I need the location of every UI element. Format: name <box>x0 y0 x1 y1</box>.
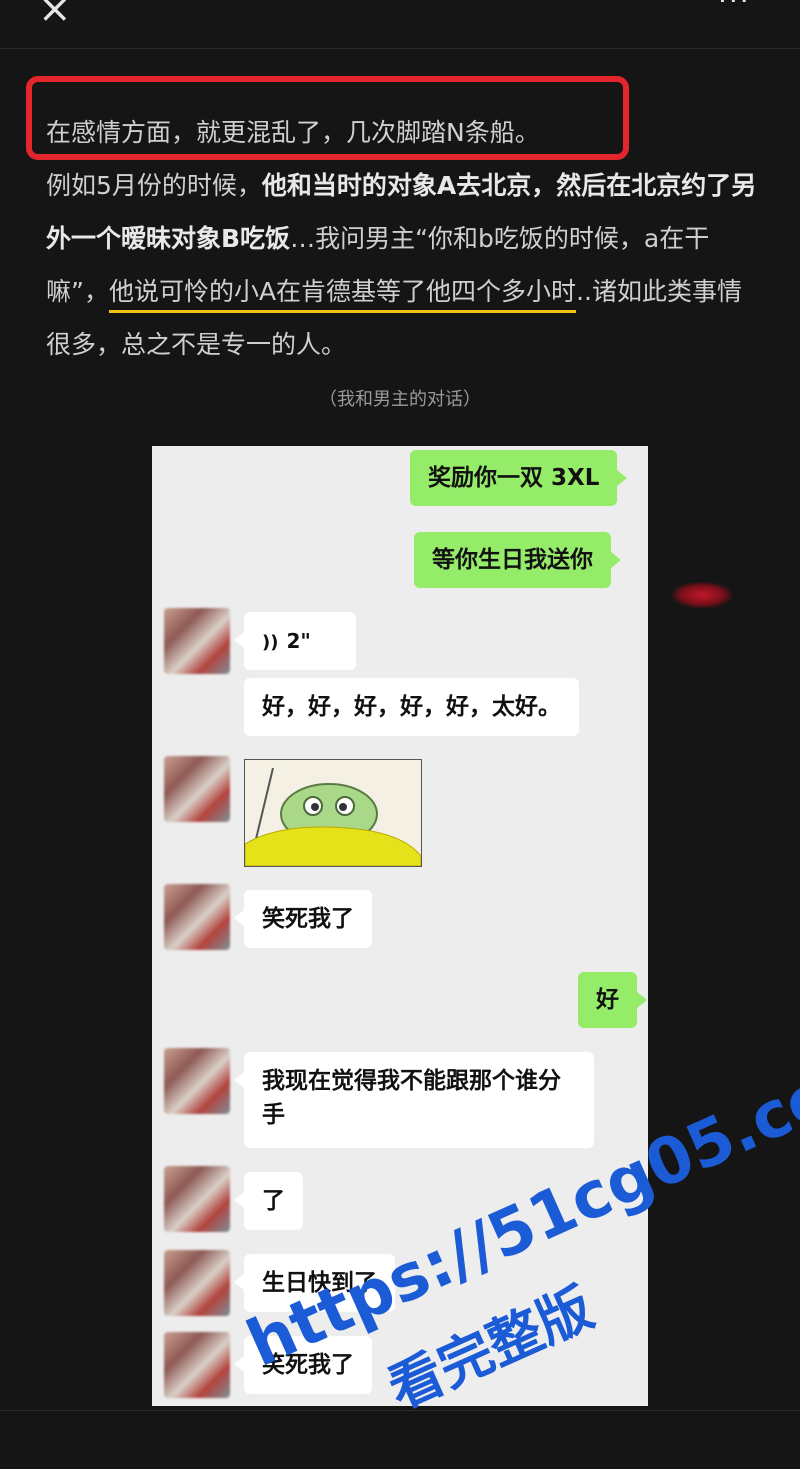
red-smear-mark <box>672 582 732 608</box>
avatar <box>164 756 230 822</box>
close-icon[interactable]: × <box>38 0 78 30</box>
avatar <box>164 884 230 950</box>
bottom-bar <box>0 1410 800 1437</box>
voice-message-bubble[interactable]: )) 2" <box>234 612 356 670</box>
top-bar: × ··· <box>0 0 800 49</box>
more-options-icon[interactable]: ··· <box>718 0 768 20</box>
article-line-1: 在感情方面，就更混乱了，几次脚踏N条船。 <box>46 118 540 147</box>
avatar <box>164 1048 230 1114</box>
voice-duration: 2" <box>286 629 311 653</box>
frog-sticker-image[interactable] <box>244 759 422 867</box>
voice-icon: )) <box>262 632 279 653</box>
chat-bubble-other: 笑死我了 <box>234 890 372 948</box>
article-underlined-text: 他说可怜的小A在肯德基等了他四个多小时 <box>108 277 577 313</box>
article-text-intro: 例如5月份的时候， <box>46 171 262 200</box>
image-caption: （我和男主的对话） <box>319 389 481 410</box>
avatar <box>164 1332 230 1398</box>
chat-bubble-me: 等你生日我送你 <box>414 532 621 588</box>
article-body: 在感情方面，就更混乱了，几次脚踏N条船。 例如5月份的时候，他和当时的对象A去北… <box>46 106 762 371</box>
chat-bubble-me: 奖励你一双 3XL <box>410 450 628 506</box>
article-paragraph: 例如5月份的时候，他和当时的对象A去北京，然后在北京约了另外一个暧昧对象B吃饭…… <box>46 159 762 371</box>
avatar <box>164 608 230 674</box>
chat-bubble-other: 好，好，好，好，好，太好。 <box>244 678 579 736</box>
frog-sticker-icon <box>245 760 421 866</box>
avatar <box>164 1250 230 1316</box>
